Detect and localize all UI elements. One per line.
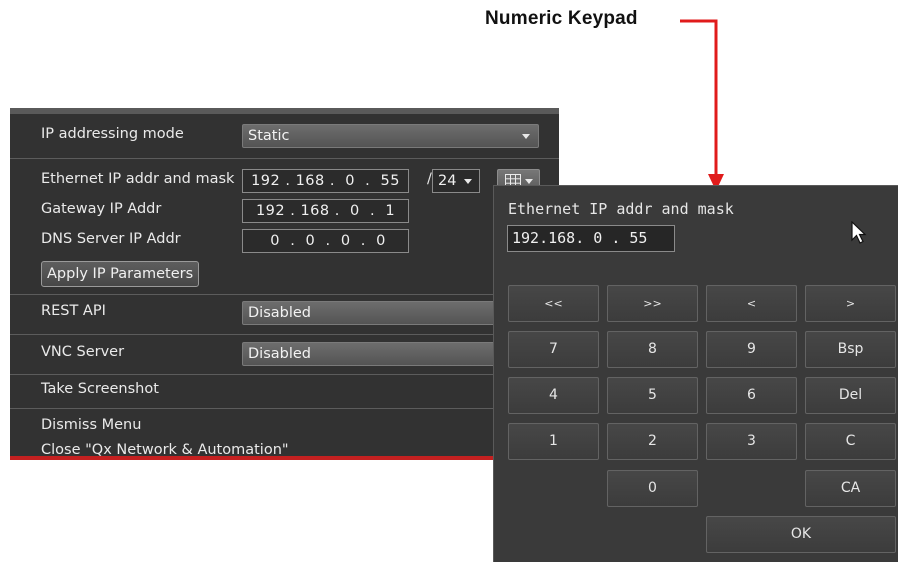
dns-server-field[interactable]: 0 . 0 . 0 . 0 <box>242 229 409 253</box>
key-right[interactable]: > <box>805 285 896 322</box>
dns-server-label: DNS Server IP Addr <box>41 231 181 247</box>
key-clear[interactable]: C <box>805 423 896 460</box>
key-backspace[interactable]: Bsp <box>805 331 896 368</box>
key-8[interactable]: 8 <box>607 331 698 368</box>
gateway-ip-label: Gateway IP Addr <box>41 201 162 217</box>
numeric-keypad-panel: Ethernet IP addr and mask 192.168. 0 . 5… <box>493 185 898 562</box>
dismiss-menu-item[interactable]: Dismiss Menu <box>41 417 141 433</box>
ethernet-ip-field[interactable]: 192 . 168 . 0 . 55 <box>242 169 409 193</box>
subnet-mask-dropdown[interactable]: 24 <box>432 169 480 193</box>
rest-api-label: REST API <box>41 303 106 319</box>
chevron-down-icon <box>522 134 530 139</box>
key-first[interactable]: << <box>508 285 599 322</box>
gateway-ip-field[interactable]: 192 . 168 . 0 . 1 <box>242 199 409 223</box>
ethernet-ip-label: Ethernet IP addr and mask <box>41 171 235 187</box>
key-9[interactable]: 9 <box>706 331 797 368</box>
chevron-down-icon <box>525 179 533 184</box>
vnc-server-value: Disabled <box>248 346 311 362</box>
key-5[interactable]: 5 <box>607 377 698 414</box>
subnet-mask-value: 24 <box>438 173 457 189</box>
key-clear-all[interactable]: CA <box>805 470 896 507</box>
key-7[interactable]: 7 <box>508 331 599 368</box>
key-3[interactable]: 3 <box>706 423 797 460</box>
key-last[interactable]: >> <box>607 285 698 322</box>
key-6[interactable]: 6 <box>706 377 797 414</box>
rest-api-value: Disabled <box>248 305 311 321</box>
menu-divider <box>10 334 559 335</box>
key-ok[interactable]: OK <box>706 516 896 553</box>
key-1[interactable]: 1 <box>508 423 599 460</box>
keypad-title: Ethernet IP addr and mask <box>508 200 734 218</box>
chevron-down-icon <box>464 179 472 184</box>
menu-bottom-accent <box>10 456 559 460</box>
key-2[interactable]: 2 <box>607 423 698 460</box>
key-4[interactable]: 4 <box>508 377 599 414</box>
vnc-server-label: VNC Server <box>41 344 125 360</box>
ip-mode-label: IP addressing mode <box>41 126 184 142</box>
network-settings-menu: IP addressing mode Static Ethernet IP ad… <box>10 108 559 460</box>
mouse-pointer-icon <box>851 221 867 244</box>
key-0[interactable]: 0 <box>607 470 698 507</box>
ip-mode-value: Static <box>248 128 290 144</box>
menu-divider <box>10 408 559 409</box>
ip-mode-dropdown[interactable]: Static <box>242 124 539 148</box>
menu-divider <box>10 294 559 295</box>
keypad-entry-field[interactable]: 192.168. 0 . 55 <box>507 225 675 252</box>
take-screenshot-item[interactable]: Take Screenshot <box>41 381 159 397</box>
apply-ip-parameters-button[interactable]: Apply IP Parameters <box>41 261 200 287</box>
screenshot-root: Numeric Keypad IP addressing mode Static… <box>0 0 898 562</box>
key-left[interactable]: < <box>706 285 797 322</box>
menu-divider <box>10 158 559 159</box>
key-delete[interactable]: Del <box>805 377 896 414</box>
menu-divider <box>10 374 559 375</box>
callout-label: Numeric Keypad <box>485 8 638 29</box>
